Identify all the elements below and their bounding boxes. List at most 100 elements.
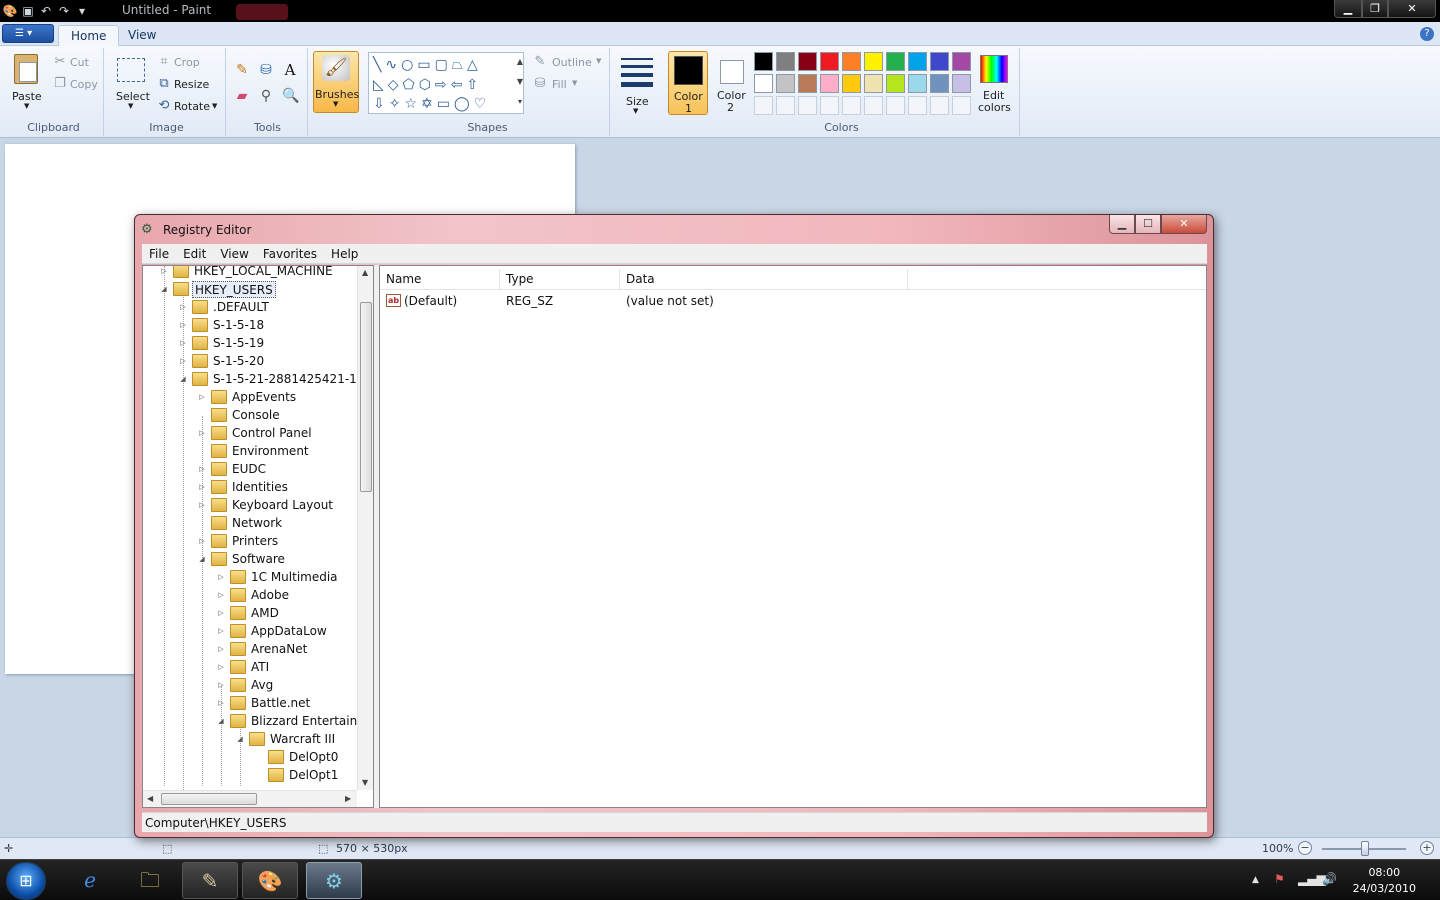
regedit-minimize-button[interactable]: ▁ [1109,215,1135,234]
shapes-row-2[interactable]: ◺◇⬠⬡⇨⇦⇧ [373,75,521,95]
regedit-maximize-button[interactable]: ☐ [1135,215,1161,234]
zoom-slider-thumb[interactable] [1361,841,1369,856]
eraser-icon[interactable]: ▰ [234,88,250,104]
tree-vertical-scrollbar[interactable]: ▲ ▼ [357,266,373,790]
tree-vertical-thumb[interactable] [360,302,372,492]
menu-file[interactable]: File [142,244,176,263]
customize-qat-icon[interactable]: ▾ [74,3,90,19]
menu-view[interactable]: View [213,244,255,263]
tree-node[interactable]: ▷ Identities [143,478,357,496]
regedit-taskbar-icon[interactable]: ⚙ [306,862,362,899]
shapes-gallery[interactable]: ╲∿○▭▢⏢△ ◺◇⬠⬡⇨⇦⇧ ⇩✧☆✡▭◯♡ [368,52,524,114]
edit-colors-button[interactable]: Edit colors [974,51,1014,115]
menu-edit[interactable]: Edit [176,244,213,263]
expand-icon[interactable]: ▷ [197,388,207,406]
tab-view[interactable]: View [116,25,168,47]
collapse-icon[interactable]: ◢ [235,730,245,748]
tree-node[interactable]: ▷ HKEY_LOCAL_MACHINE [143,266,357,280]
tab-home[interactable]: Home [58,25,120,47]
tree-node[interactable]: ▷ Avg [143,676,357,694]
tree-node[interactable]: ▷ AppDataLow [143,622,357,640]
custom-color-slot[interactable] [952,96,971,115]
crop-button[interactable]: Crop [174,56,200,69]
start-button[interactable]: ⊞ [6,862,46,900]
undo-icon[interactable]: ↶ [38,3,54,19]
scroll-right-icon[interactable]: ▶ [345,794,351,803]
expand-icon[interactable]: ▷ [216,676,226,694]
custom-color-slot[interactable] [864,96,883,115]
expand-icon[interactable]: ▷ [197,460,207,478]
palette-swatch[interactable] [842,52,861,71]
custom-color-slot[interactable] [798,96,817,115]
clock[interactable]: 08:00 24/03/2010 [1353,865,1416,897]
menu-favorites[interactable]: Favorites [256,244,324,263]
palette-swatch[interactable] [908,52,927,71]
expand-icon[interactable]: ▷ [197,532,207,550]
expand-icon[interactable]: ▷ [197,478,207,496]
shapes-scroll[interactable]: ▲ ▼ ▾ [514,52,526,114]
paint-close-button[interactable]: ✕ [1388,0,1436,18]
color1-button[interactable]: Color 1 [668,51,708,115]
scroll-up-icon[interactable]: ▲ [362,268,368,277]
paint-taskbar-icon[interactable]: 🎨 [242,862,298,899]
copy-button[interactable]: Copy [70,78,98,91]
custom-color-slot[interactable] [886,96,905,115]
save-icon[interactable]: ▣ [20,3,36,19]
palette-swatch[interactable] [776,74,795,93]
collapse-icon[interactable]: ◢ [216,712,226,730]
value-name[interactable]: (Default) [404,292,457,310]
fill-bucket-icon[interactable]: ⛁ [258,62,274,78]
tree-node[interactable]: ▷ Adobe [143,586,357,604]
tree-node[interactable]: DelOpt1 [143,766,357,784]
tree-node[interactable]: ▷ ArenaNet [143,640,357,658]
tree-node[interactable]: ▷ S-1-5-20 [143,352,357,370]
palette-swatch[interactable] [798,74,817,93]
tree-node[interactable]: ▷ Control Panel [143,424,357,442]
tree-node[interactable]: ◢ Software [143,550,357,568]
palette-swatch[interactable] [908,74,927,93]
expand-icon[interactable]: ▷ [159,266,169,280]
tree-node[interactable]: Environment [143,442,357,460]
column-type[interactable]: Type [500,269,620,290]
tree-node[interactable]: ▷ Printers [143,532,357,550]
tree-node[interactable]: Console [143,406,357,424]
expand-icon[interactable]: ▷ [216,604,226,622]
internet-explorer-icon[interactable]: ℯ [62,862,118,899]
expand-icon[interactable]: ▷ [216,586,226,604]
custom-color-slot[interactable] [820,96,839,115]
expand-icon[interactable]: ▷ [178,298,188,316]
tree-node[interactable]: ▷ AppEvents [143,388,357,406]
tree-node[interactable]: ▷ EUDC [143,460,357,478]
paint-menu-button[interactable]: ☰ ▾ [2,24,54,43]
palette-swatch[interactable] [820,52,839,71]
regedit-close-button[interactable]: ✕ [1161,215,1207,234]
wordpad-icon[interactable]: ✎ [182,862,238,899]
shapes-row-3[interactable]: ⇩✧☆✡▭◯♡ [373,95,521,113]
tree-node[interactable]: ◢ Blizzard Entertainm [143,712,357,730]
tree-node[interactable]: ▷ 1C Multimedia [143,568,357,586]
tree-node[interactable]: Network [143,514,357,532]
redo-icon[interactable]: ↷ [56,3,72,19]
column-name[interactable]: Name [380,269,500,290]
palette-swatch[interactable] [952,52,971,71]
size-button[interactable]: Size ▼ [618,52,658,115]
help-icon[interactable]: ? [1420,27,1434,41]
paste-button[interactable]: Paste ▼ [10,52,44,110]
zoom-out-button[interactable]: − [1298,841,1312,855]
tree-node[interactable]: ▷ ATI [143,658,357,676]
fill-button[interactable]: Fill [552,78,567,91]
scroll-down-icon[interactable]: ▼ [362,778,368,787]
file-explorer-icon[interactable]: 🗀 [122,862,178,899]
expand-icon[interactable]: ▷ [216,658,226,676]
palette-swatch[interactable] [842,74,861,93]
tree-node[interactable]: ▷ .DEFAULT [143,298,357,316]
paint-app-icon[interactable]: 🎨 [2,3,18,19]
expand-icon[interactable]: ▷ [216,622,226,640]
collapse-icon[interactable]: ◢ [178,370,188,388]
shapes-row-1[interactable]: ╲∿○▭▢⏢△ [373,55,521,75]
tree-horizontal-thumb[interactable] [161,793,257,805]
zoom-in-button[interactable]: + [1420,841,1434,855]
expand-icon[interactable]: ▷ [216,568,226,586]
palette-swatch[interactable] [820,74,839,93]
palette-swatch[interactable] [930,74,949,93]
